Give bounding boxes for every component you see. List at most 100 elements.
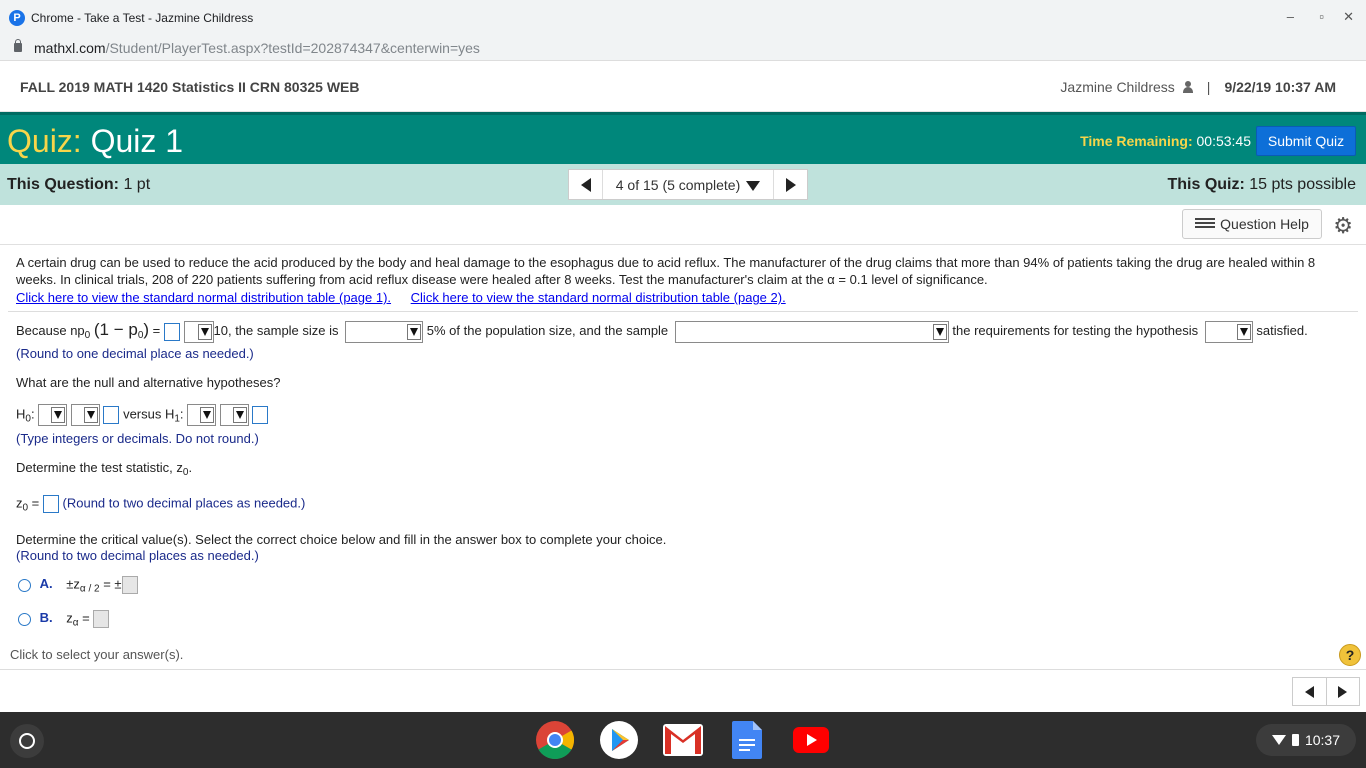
quiz-title: Quiz: Quiz 1 [7,123,183,160]
h1-sub: 1 [174,413,180,425]
choice-b-radio[interactable] [18,612,31,626]
chrome-icon-svg [536,721,575,760]
question-help-button[interactable]: Question Help [1182,209,1322,239]
right-arrow-icon [1338,685,1348,698]
system-tray[interactable]: 10:37 [1256,724,1356,756]
launcher-icon[interactable] [10,724,44,758]
youtube-icon-svg [793,727,829,753]
help-bar: Question Help [0,205,1366,245]
choice-a-eq: = ± [103,576,122,592]
choice-b-input[interactable] [93,610,110,628]
play-store-icon[interactable] [599,720,639,760]
table-links: Click here to view the standard normal d… [16,289,1346,306]
bottom-previous-button[interactable] [1293,678,1327,705]
this-question-label: This Question: [7,176,119,193]
next-question-button[interactable] [773,170,807,199]
taskbar: 10:37 [0,712,1366,768]
choice-b[interactable]: B. zα = [18,610,110,629]
satisfied-dropdown[interactable] [1204,320,1253,343]
choice-a-sub: α / 2 [79,583,100,595]
h0-parameter-dropdown[interactable] [38,404,68,426]
submit-quiz-button[interactable]: Submit Quiz [1256,126,1356,156]
choice-b-sub: α [72,617,79,629]
dropdown-arrow-icon [51,407,66,423]
integers-hint: (Type integers or decimals. Do not round… [16,431,259,446]
restore-icon[interactable]: ▫ [1319,9,1324,24]
question-help-label: Question Help [1220,216,1309,232]
close-icon[interactable]: ✕ [1343,9,1354,25]
hypotheses-question: What are the null and alternative hypoth… [16,375,281,390]
dropdown-arrow-icon [232,407,247,423]
course-title: FALL 2019 MATH 1420 Statistics II CRN 80… [20,79,360,95]
z0-row: z0 = (Round to two decimal places as nee… [16,495,306,514]
docs-icon[interactable] [727,720,767,760]
z0-sub: 0 [22,502,29,514]
docs-icon-svg [732,721,762,759]
question-pager: 4 of 15 (5 complete) [568,169,808,200]
comparison-dropdown[interactable] [183,320,214,343]
versus-h1-label: versus H [123,406,175,422]
h1-operator-dropdown[interactable] [219,404,249,426]
choice-b-eq: = [82,610,90,626]
question-bar: This Question: 1 pt 4 of 15 (5 complete)… [0,164,1366,205]
question-selector[interactable]: 4 of 15 (5 complete) [603,177,773,193]
round-two-hint: (Round to two decimal places as needed.) [16,548,259,563]
gmail-icon[interactable] [663,720,703,760]
address-bar[interactable]: mathxl.com/Student/PlayerTest.aspx?testI… [0,35,1366,61]
url-host: mathxl.com [34,39,106,56]
browser-titlebar: P Chrome - Take a Test - Jazmine Childre… [0,0,1366,35]
bottom-next-button[interactable] [1327,678,1360,705]
youtube-icon[interactable] [791,720,831,760]
problem-text: A certain drug can be used to reduce the… [16,255,1316,287]
sample-size-dropdown[interactable] [345,320,424,343]
click-select-text: Click to select your answer(s). [10,647,184,662]
gear-icon[interactable]: ⚙ [1333,213,1353,239]
dropdown-arrow-icon [932,323,947,340]
right-arrow-icon [785,177,796,192]
chrome-icon[interactable] [535,720,575,760]
time-label: Time Remaining: [1080,133,1193,149]
this-quiz-value: 15 pts possible [1249,176,1356,193]
minimize-icon[interactable]: – [1287,9,1294,24]
url-text[interactable]: mathxl.com/Student/PlayerTest.aspx?testI… [34,40,480,56]
z0-input[interactable] [42,495,59,513]
help-question-icon[interactable]: ? [1339,644,1361,666]
dropdown-arrow-icon [200,407,215,423]
sub-0: 0 [84,330,91,341]
h0-operator-dropdown[interactable] [70,404,100,426]
user-icon [1182,81,1193,93]
normal-table-link-page-1[interactable]: Click here to view the standard normal d… [16,290,391,305]
choice-a-input[interactable] [121,576,138,594]
satisfied-text: satisfied. [1256,323,1308,338]
h1-parameter-dropdown[interactable] [187,404,217,426]
quiz-name: Quiz 1 [90,123,184,159]
time-remaining: Time Remaining: 00:53:45 [1080,133,1251,149]
h0-value-input[interactable] [103,406,120,424]
choice-b-letter: B. [39,610,53,626]
this-question-value: 1 pt [123,176,151,193]
equals-sign: = [152,323,161,338]
caret-down-icon [746,180,761,191]
requirements-text: the requirements for testing the hypothe… [952,323,1199,338]
problem-statement: A certain drug can be used to reduce the… [16,254,1346,306]
close-paren: ) [143,320,150,339]
choice-a-expr: ±z [66,576,80,592]
this-quiz-label: This Quiz: [1167,176,1245,193]
normal-table-link-page-2[interactable]: Click here to view the standard normal d… [411,290,786,305]
battery-icon [1291,734,1299,746]
quiz-bar: Quiz: Quiz 1 Time Remaining: 00:53:45 Su… [0,112,1366,164]
choice-a-radio[interactable] [18,578,31,592]
sample-dropdown[interactable] [674,320,949,343]
test-statistic-question: Determine the test statistic, z0. [16,460,193,478]
user-info: Jazmine Childress | 9/22/19 10:37 AM [1060,79,1336,95]
time-value: 00:53:45 [1196,133,1252,149]
course-header: FALL 2019 MATH 1420 Statistics II CRN 80… [0,62,1366,112]
np-value-input[interactable] [163,322,180,341]
pager-label: 4 of 15 (5 complete) [615,176,741,193]
pct-text: 5% of the population size, and the sampl… [426,323,669,338]
choice-a[interactable]: A. ±zα / 2 = ± [18,576,138,594]
h1-value-input[interactable] [252,406,269,424]
list-icon [1195,218,1216,230]
user-name: Jazmine Childress [1060,79,1175,95]
previous-question-button[interactable] [569,170,603,199]
